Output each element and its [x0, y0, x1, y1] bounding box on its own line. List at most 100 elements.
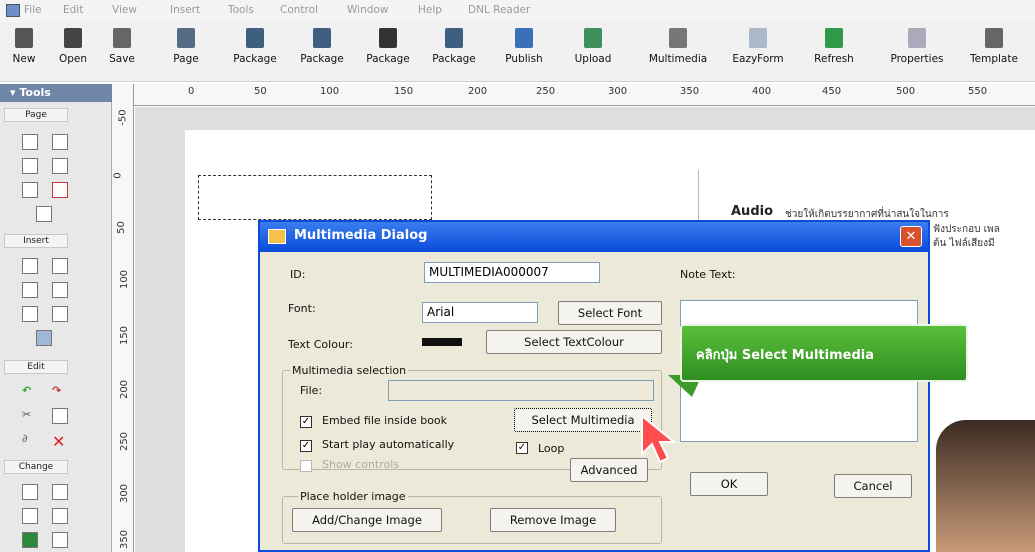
loop-checkbox[interactable]: ✓ [516, 442, 528, 454]
refresh-icon [825, 28, 843, 48]
id-field[interactable]: MULTIMEDIA000007 [424, 262, 600, 283]
menu-tools[interactable]: Tools [228, 4, 254, 16]
publish-icon [515, 28, 533, 48]
note-text-label: Note Text: [680, 268, 736, 281]
package-button-3[interactable]: Package [359, 28, 417, 80]
hruler-tick: 150 [394, 86, 414, 97]
select-text-colour-button[interactable]: Select TextColour [486, 330, 662, 354]
dialog-title: Multimedia Dialog [294, 228, 428, 243]
properties-button[interactable]: Properties [879, 28, 955, 80]
save-button[interactable]: Save [104, 28, 140, 80]
section-page: Page [4, 108, 68, 122]
insert-rectangle-icon[interactable] [22, 258, 38, 274]
tools-panel-title[interactable]: ▾ Tools [0, 84, 112, 102]
insert-text-icon[interactable] [52, 282, 68, 298]
audio-text-line3: ต้น ไฟล์เสียงมี [933, 238, 995, 249]
copy-icon[interactable] [52, 408, 68, 424]
selected-media-object[interactable] [198, 175, 432, 220]
eazyform-button[interactable]: EazyForm [722, 28, 794, 80]
page-pattern-icon[interactable] [52, 158, 68, 174]
hruler-tick: 100 [320, 86, 340, 97]
insert-table-icon[interactable] [52, 306, 68, 322]
package-button-1[interactable]: Package [226, 28, 284, 80]
cancel-button[interactable]: Cancel [834, 474, 912, 498]
advanced-button[interactable]: Advanced [570, 458, 648, 482]
section-insert: Insert [4, 234, 68, 248]
cut-icon[interactable]: ✂ [22, 408, 38, 424]
template-button[interactable]: Template [960, 28, 1028, 80]
open-icon [64, 28, 82, 48]
multimedia-button[interactable]: Multimedia [640, 28, 716, 80]
change-move-icon[interactable] [52, 532, 68, 548]
menu-dnl-reader[interactable]: DNL Reader [468, 4, 530, 16]
remove-page-icon[interactable] [52, 134, 68, 150]
page-icon [177, 28, 195, 48]
file-field [388, 380, 654, 401]
insert-image-icon[interactable] [52, 258, 68, 274]
vruler-tick: 200 [119, 379, 131, 400]
menu-view[interactable]: View [112, 4, 137, 16]
text-colour-swatch[interactable] [422, 338, 462, 346]
close-icon[interactable]: ✕ [900, 226, 922, 247]
select-multimedia-button[interactable]: Select Multimedia [514, 408, 652, 432]
insert-media-icon[interactable] [36, 330, 52, 346]
refresh-button[interactable]: Refresh [806, 28, 862, 80]
menu-window[interactable]: Window [347, 4, 388, 16]
new-button[interactable]: New [8, 28, 40, 80]
insert-textbox-icon[interactable] [22, 282, 38, 298]
package-lock-icon [379, 28, 397, 48]
paste-icon[interactable]: ∂ [22, 432, 38, 448]
multimedia-icon [669, 28, 687, 48]
page-delete-icon[interactable] [52, 182, 68, 198]
hruler-tick: 400 [752, 86, 772, 97]
package-icon [313, 28, 331, 48]
add-page-icon[interactable] [22, 134, 38, 150]
eazyform-icon [749, 28, 767, 48]
add-change-image-button[interactable]: Add/Change Image [292, 508, 442, 532]
select-font-button[interactable]: Select Font [558, 301, 662, 325]
upload-icon [584, 28, 602, 48]
dialog-title-bar[interactable]: Multimedia Dialog ✕ [260, 222, 928, 252]
redo-icon[interactable]: ↷ [52, 384, 68, 400]
hand-photo [936, 420, 1035, 552]
menu-help[interactable]: Help [418, 4, 442, 16]
start-play-label: Start play automatically [322, 438, 455, 451]
change-align-icon[interactable] [22, 508, 38, 524]
change-frame-icon[interactable] [22, 484, 38, 500]
start-play-checkbox[interactable]: ✓ [300, 440, 312, 452]
open-button[interactable]: Open [54, 28, 92, 80]
insert-link-icon[interactable] [22, 306, 38, 322]
undo-icon[interactable]: ↶ [22, 384, 38, 400]
menu-file[interactable]: File [24, 4, 42, 16]
show-controls-label: Show controls [322, 458, 400, 471]
upload-button[interactable]: Upload [566, 28, 620, 80]
page-next-icon[interactable] [22, 158, 38, 174]
embed-file-checkbox[interactable]: ✓ [300, 416, 312, 428]
change-group-icon[interactable] [52, 508, 68, 524]
page-button[interactable]: Page [166, 28, 206, 80]
vruler-tick: 350 [119, 529, 131, 550]
page-select-icon[interactable] [36, 206, 52, 222]
section-change: Change [4, 460, 68, 474]
multimedia-selection-label: Multimedia selection [290, 364, 409, 377]
package-button-2[interactable]: Package [293, 28, 351, 80]
tools-panel: ▾ Tools Page Insert Edit ↶ ↷ ✂ ∂ ✕ Chang… [0, 84, 112, 552]
ok-button[interactable]: OK [690, 472, 768, 496]
delete-icon[interactable]: ✕ [52, 432, 68, 451]
menu-control[interactable]: Control [280, 4, 318, 16]
hruler-tick: 550 [968, 86, 988, 97]
menu-bar: File Edit View Insert Tools Control Wind… [0, 0, 1035, 22]
menu-edit[interactable]: Edit [63, 4, 83, 16]
change-order-icon[interactable] [52, 484, 68, 500]
vruler-tick: 250 [119, 431, 131, 452]
font-field[interactable]: Arial [422, 302, 538, 323]
file-label: File: [300, 384, 323, 397]
package-button-4[interactable]: Package [425, 28, 483, 80]
change-color-icon[interactable] [22, 532, 38, 548]
dialog-app-icon [268, 229, 286, 244]
menu-insert[interactable]: Insert [170, 4, 200, 16]
remove-image-button[interactable]: Remove Image [490, 508, 616, 532]
publish-button[interactable]: Publish [498, 28, 550, 80]
page-prev-icon[interactable] [22, 182, 38, 198]
properties-icon [908, 28, 926, 48]
